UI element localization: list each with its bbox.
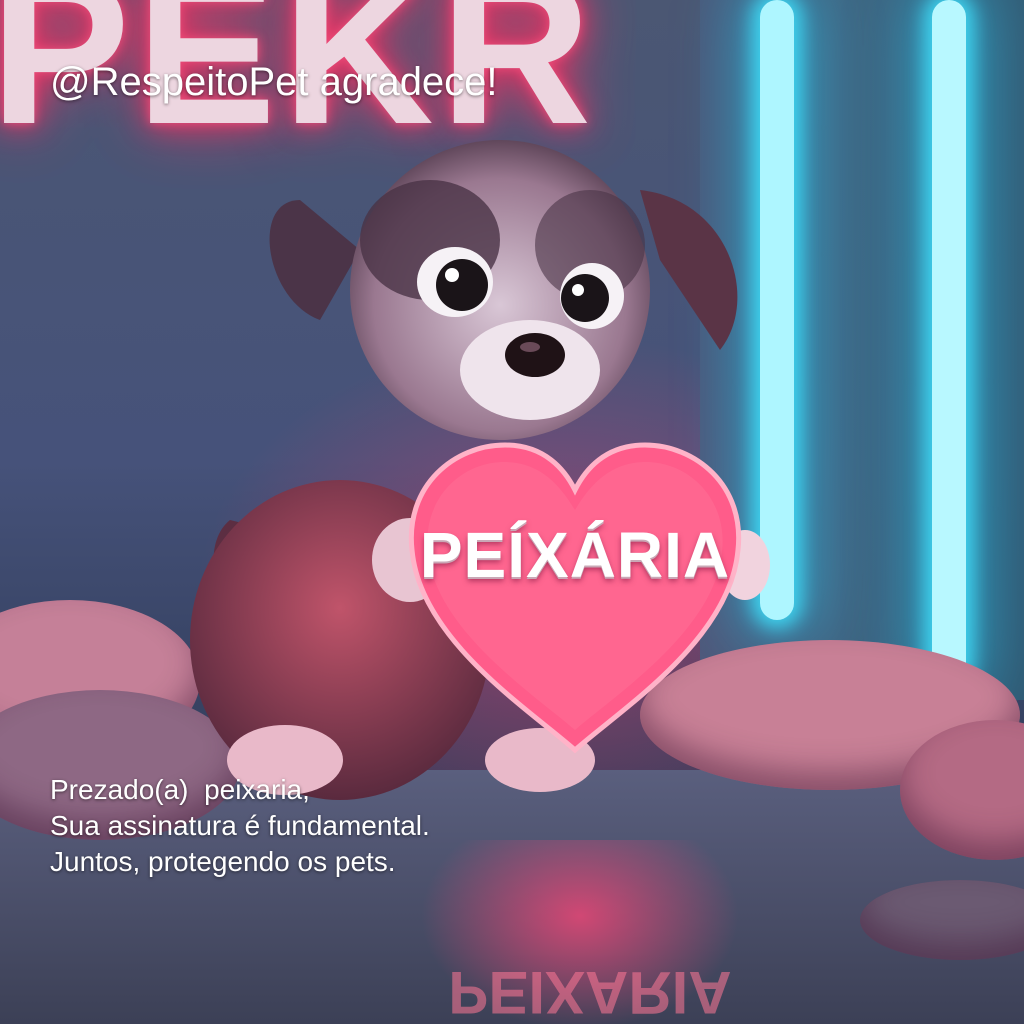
message-line-2: Sua assinatura é fundamental. — [50, 810, 430, 841]
message-line-1: Prezado(a) peixaria, — [50, 774, 310, 805]
message-caption: Prezado(a) peixaria, Sua assinatura é fu… — [50, 772, 430, 880]
scene-background: PEKR PEIXARIA PEÍXÁRIA @RespeitoPet agra… — [0, 0, 1024, 1024]
handle-caption: @RespeitoPet agradece! — [50, 60, 498, 104]
heart-sign-text: PEÍXÁRIA — [419, 519, 731, 591]
heart-sign: PEÍXÁRIA — [400, 430, 750, 760]
message-line-3: Juntos, protegendo os pets. — [50, 846, 396, 877]
